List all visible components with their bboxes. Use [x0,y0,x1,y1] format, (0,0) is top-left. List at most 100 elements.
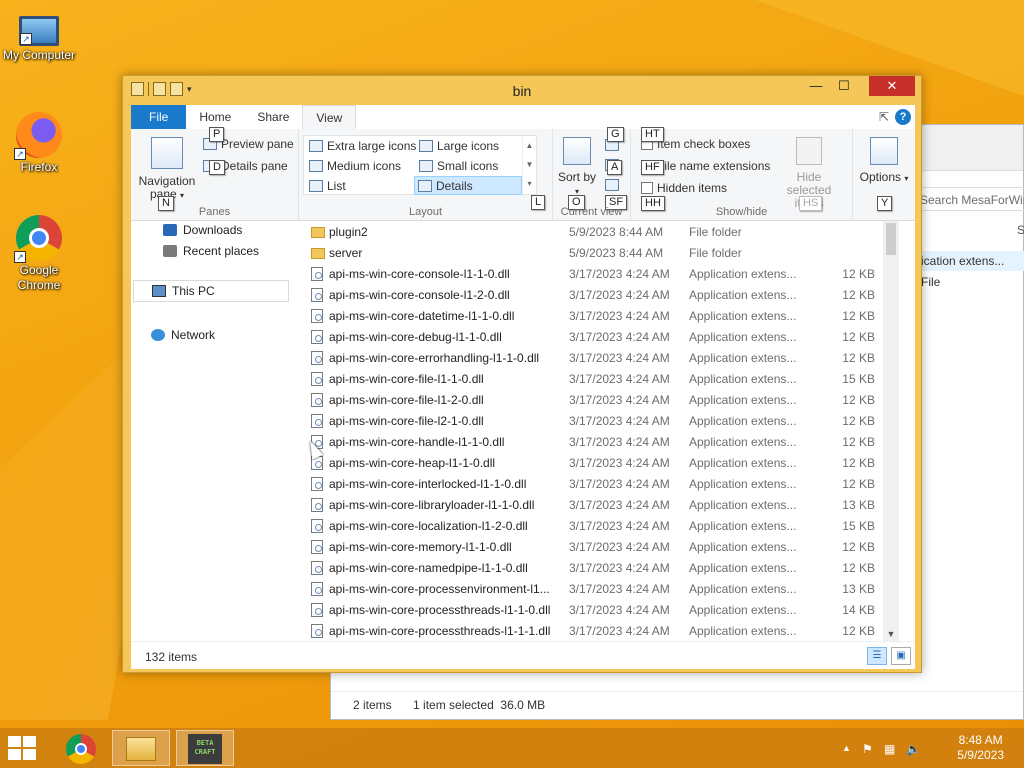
taskbar-chrome[interactable] [52,730,110,766]
volume-muted-icon[interactable]: 🔈 [906,742,921,756]
nav-item-recent-places[interactable]: Recent places [163,244,259,258]
layout-gallery-scroll[interactable]: ▲ ▼ ▾ [522,136,536,196]
desktop-icon-my-computer[interactable]: ↗ My Computer [0,10,78,62]
file-row[interactable]: api-ms-win-core-file-l2-1-0.dll 3/17/2023… [301,411,891,432]
file-row[interactable]: api-ms-win-core-datetime-l1-1-0.dll 3/17/… [301,306,891,327]
scroll-down-arrow-icon[interactable]: ▼ [883,629,899,639]
file-date: 3/17/2023 4:24 AM [569,414,670,428]
file-size: 15 KB [842,519,875,533]
search-input[interactable]: Search MesaForWin [915,187,1024,211]
action-center-flag-icon[interactable]: ⚑ [862,742,873,756]
dll-file-icon [311,603,323,617]
file-name: api-ms-win-core-libraryloader-l1-1-0.dll [329,498,535,512]
taskbar-minecraft[interactable]: BETA CRAFT [176,730,234,766]
scrollbar-thumb[interactable] [886,223,896,255]
options-button[interactable]: Options ▾ [857,137,911,185]
file-row[interactable]: server 5/9/2023 8:44 AM File folder [301,243,891,264]
taskbar-file-explorer[interactable] [112,730,170,766]
file-row[interactable]: api-ms-win-core-console-l1-1-0.dll 3/17/2… [301,264,891,285]
maximize-button[interactable]: ☐ [829,76,859,96]
file-name: plugin2 [329,225,368,239]
file-row[interactable]: api-ms-win-core-file-l1-1-0.dll 3/17/2023… [301,369,891,390]
file-name: api-ms-win-core-console-l1-1-0.dll [329,267,510,281]
desktop-icon-google-chrome[interactable]: ↗ Google Chrome [0,215,78,293]
keytip-d: D [209,160,225,175]
file-row[interactable]: api-ms-win-core-interlocked-l1-1-0.dll 3/… [301,474,891,495]
file-row[interactable]: api-ms-win-core-debug-l1-1-0.dll 3/17/202… [301,327,891,348]
close-button[interactable]: ✕ [869,76,915,96]
dll-file-icon [311,372,323,386]
dll-file-icon [311,477,323,491]
file-row[interactable]: api-ms-win-core-namedpipe-l1-1-0.dll 3/17… [301,558,891,579]
file-row[interactable]: api-ms-win-core-handle-l1-1-0.dll 3/17/20… [301,432,891,453]
layout-details[interactable]: Details [414,176,522,195]
chrome-icon [66,734,96,764]
nav-item-network[interactable]: Network [151,328,215,342]
file-row[interactable]: api-ms-win-core-libraryloader-l1-1-0.dll… [301,495,891,516]
layout-list[interactable]: List [306,176,349,195]
layout-extra-large-icons[interactable]: Extra large icons [306,136,419,155]
file-name: server [329,246,363,260]
file-name: api-ms-win-core-heap-l1-1-0.dll [329,456,496,470]
layout-small-icons[interactable]: Small icons [416,156,501,175]
sort-by-button[interactable]: Sort by ▾ [557,137,597,198]
nav-item-this-pc[interactable]: This PC [133,280,289,302]
navigation-pane-button[interactable]: Navigation pane ▾ [135,137,199,202]
hidden-items-checkbox[interactable] [641,182,653,194]
tab-share[interactable]: Share [244,105,302,129]
keytip-ht: HT [641,127,664,142]
tab-view[interactable]: View [302,105,357,129]
file-name: api-ms-win-core-console-l1-2-0.dll [329,288,510,302]
help-icon[interactable]: ? [895,109,911,125]
desktop-icon-label: My Computer [2,48,76,62]
expand-ribbon-icon[interactable]: ⇱ [879,110,889,124]
network-tray-icon[interactable]: ▦ [884,742,895,756]
sort-by-label: Sort by [557,170,596,184]
tab-home[interactable]: Home [186,105,244,129]
large-icons-icon [419,139,433,152]
file-row[interactable]: api-ms-win-core-console-l1-2-0.dll 3/17/2… [301,285,891,306]
file-row[interactable]: api-ms-win-core-memory-l1-1-0.dll 3/17/20… [301,537,891,558]
details-view-button[interactable]: ☰ [867,647,887,665]
large-icons-view-button[interactable]: ▣ [891,647,911,665]
dll-file-icon [311,288,323,302]
file-date: 3/17/2023 4:24 AM [569,372,670,386]
show-hidden-icons-icon[interactable]: ▲ [842,743,851,753]
layout-medium-icons[interactable]: Medium icons [306,156,404,175]
file-date: 3/17/2023 4:24 AM [569,624,670,638]
details-pane-label: Details pane [221,159,288,173]
dll-file-icon [311,582,323,596]
explorer-window[interactable]: ▾ bin — ☐ ✕ File Home Share View ⇱ ? Nav… [122,75,922,673]
file-row[interactable]: api-ms-win-core-processthreads-l1-1-0.dl… [301,600,891,621]
nav-item-downloads[interactable]: Downloads [163,223,242,237]
start-button[interactable] [8,736,38,760]
desktop-icon-firefox[interactable]: ↗ Firefox [0,112,78,174]
file-size: 13 KB [842,498,875,512]
column-header-fragment: S [1017,223,1024,237]
selected-row-fragment[interactable]: ication extens... [915,251,1024,271]
windows-logo-icon [8,736,21,747]
tab-file[interactable]: File [131,105,187,129]
file-size: 12 KB [842,288,875,302]
title-bar[interactable]: ▾ bin — ☐ ✕ [123,76,921,104]
clock[interactable]: 8:48 AM 5/9/2023 [957,733,1004,763]
hidden-items-label: Hidden items [657,181,728,195]
status-item-count: 2 items [353,698,392,712]
file-row[interactable]: api-ms-win-core-processenvironment-l1...… [301,579,891,600]
options-group: Options ▾ Y [853,129,915,221]
layout-large-icons[interactable]: Large icons [416,136,502,155]
file-list-scrollbar[interactable]: ▼ [883,221,899,641]
file-row[interactable]: api-ms-win-core-heap-l1-1-0.dll 3/17/2023… [301,453,891,474]
row-type-fragment[interactable]: File [921,275,940,289]
file-row[interactable]: plugin2 5/9/2023 8:44 AM File folder [301,222,891,243]
file-size: 12 KB [842,414,875,428]
show-hide-group: Item check boxes File name extensions Hi… [631,127,853,221]
file-row[interactable]: api-ms-win-core-errorhandling-l1-1-0.dll… [301,348,891,369]
file-row[interactable]: api-ms-win-core-file-l1-2-0.dll 3/17/2023… [301,390,891,411]
file-row[interactable]: api-ms-win-core-localization-l1-2-0.dll 3… [301,516,891,537]
hidden-items-toggle[interactable]: Hidden items [641,181,727,195]
minimize-button[interactable]: — [801,76,831,96]
size-columns-icon[interactable] [605,179,619,191]
desktop-icon-label: Firefox [20,160,58,174]
file-row[interactable]: api-ms-win-core-processthreads-l1-1-1.dl… [301,621,891,641]
